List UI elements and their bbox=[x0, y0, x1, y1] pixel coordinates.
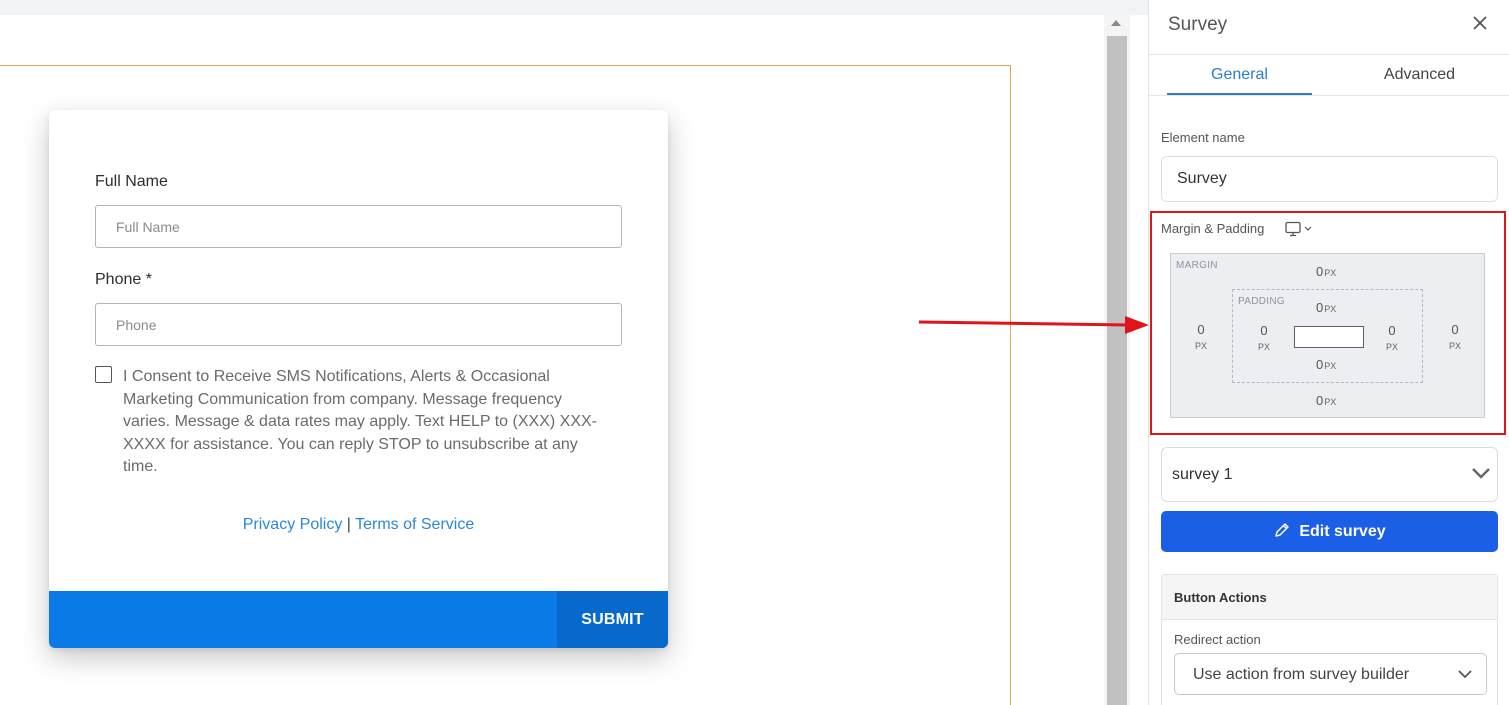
canvas-area: Full Name Phone * I Consent to Receive S… bbox=[0, 0, 1149, 705]
padding-tag: PADDING bbox=[1238, 296, 1285, 307]
terms-of-service-link[interactable]: Terms of Service bbox=[355, 516, 474, 533]
edit-survey-button[interactable]: Edit survey bbox=[1161, 511, 1498, 552]
survey-select-value: survey 1 bbox=[1172, 466, 1233, 483]
button-actions-section: Button Actions Redirect action Use actio… bbox=[1161, 574, 1498, 705]
consent-text: I Consent to Receive SMS Notifications, … bbox=[123, 368, 597, 475]
element-name-label: Element name bbox=[1161, 130, 1245, 145]
tabs-divider bbox=[1149, 95, 1509, 96]
submit-bar: SUBMIT bbox=[49, 591, 668, 648]
margin-top-value[interactable]: 0PX bbox=[1316, 264, 1336, 279]
margin-bottom-value[interactable]: 0PX bbox=[1316, 393, 1336, 408]
redirect-action-select[interactable]: Use action from survey builder bbox=[1174, 653, 1487, 695]
survey-form-card: Full Name Phone * I Consent to Receive S… bbox=[49, 110, 668, 648]
phone-label: Phone * bbox=[95, 271, 152, 288]
consent-checkbox[interactable] bbox=[95, 366, 112, 383]
element-name-input[interactable] bbox=[1161, 156, 1498, 202]
padding-bottom-value[interactable]: 0PX bbox=[1316, 357, 1336, 372]
full-name-input[interactable] bbox=[95, 205, 622, 248]
margin-padding-label: Margin & Padding bbox=[1161, 221, 1265, 236]
padding-left-value[interactable]: 0 PX bbox=[1252, 323, 1276, 355]
arrow-right-icon bbox=[918, 316, 1149, 334]
content-box bbox=[1294, 326, 1364, 348]
scrollbar-thumb[interactable] bbox=[1107, 36, 1127, 705]
submit-button[interactable]: SUBMIT bbox=[557, 591, 668, 648]
button-actions-title: Button Actions bbox=[1174, 590, 1267, 605]
close-icon[interactable] bbox=[1468, 11, 1492, 35]
panel-header: Survey bbox=[1149, 0, 1509, 55]
margin-box: MARGIN 0PX 0 PX 0 PX 0PX PADDING 0PX 0 PX 0… bbox=[1170, 253, 1485, 418]
redirect-action-label: Redirect action bbox=[1174, 632, 1261, 647]
monitor-icon[interactable] bbox=[1285, 221, 1317, 237]
survey-select[interactable]: survey 1 bbox=[1161, 447, 1498, 502]
margin-left-value[interactable]: 0 PX bbox=[1189, 322, 1213, 354]
pencil-icon bbox=[1275, 523, 1290, 537]
tab-advanced[interactable]: Advanced bbox=[1347, 56, 1492, 95]
settings-panel: Survey General Advanced Element name Mar… bbox=[1148, 0, 1509, 705]
panel-title: Survey bbox=[1168, 14, 1228, 35]
button-actions-header[interactable]: Button Actions bbox=[1162, 575, 1497, 620]
phone-input[interactable] bbox=[95, 303, 622, 346]
privacy-policy-link[interactable]: Privacy Policy bbox=[243, 516, 343, 533]
policy-links: Privacy Policy | Terms of Service bbox=[49, 516, 668, 534]
margin-tag: MARGIN bbox=[1176, 260, 1218, 271]
panel-tabs: General Advanced bbox=[1149, 56, 1509, 96]
redirect-action-value: Use action from survey builder bbox=[1193, 666, 1410, 683]
canvas-top-strip bbox=[0, 0, 1148, 15]
chevron-down-icon bbox=[1458, 670, 1472, 679]
padding-right-value[interactable]: 0 PX bbox=[1380, 323, 1404, 355]
scroll-up-arrow-icon[interactable] bbox=[1111, 20, 1121, 26]
padding-top-value[interactable]: 0PX bbox=[1316, 300, 1336, 315]
tab-general[interactable]: General bbox=[1167, 56, 1312, 95]
chevron-down-icon bbox=[1472, 468, 1490, 479]
edit-survey-label: Edit survey bbox=[1299, 522, 1386, 540]
link-separator: | bbox=[342, 516, 356, 533]
padding-box: PADDING 0PX 0 PX 0 PX 0PX bbox=[1232, 289, 1423, 383]
margin-right-value[interactable]: 0 PX bbox=[1443, 322, 1467, 354]
full-name-label: Full Name bbox=[95, 173, 168, 190]
